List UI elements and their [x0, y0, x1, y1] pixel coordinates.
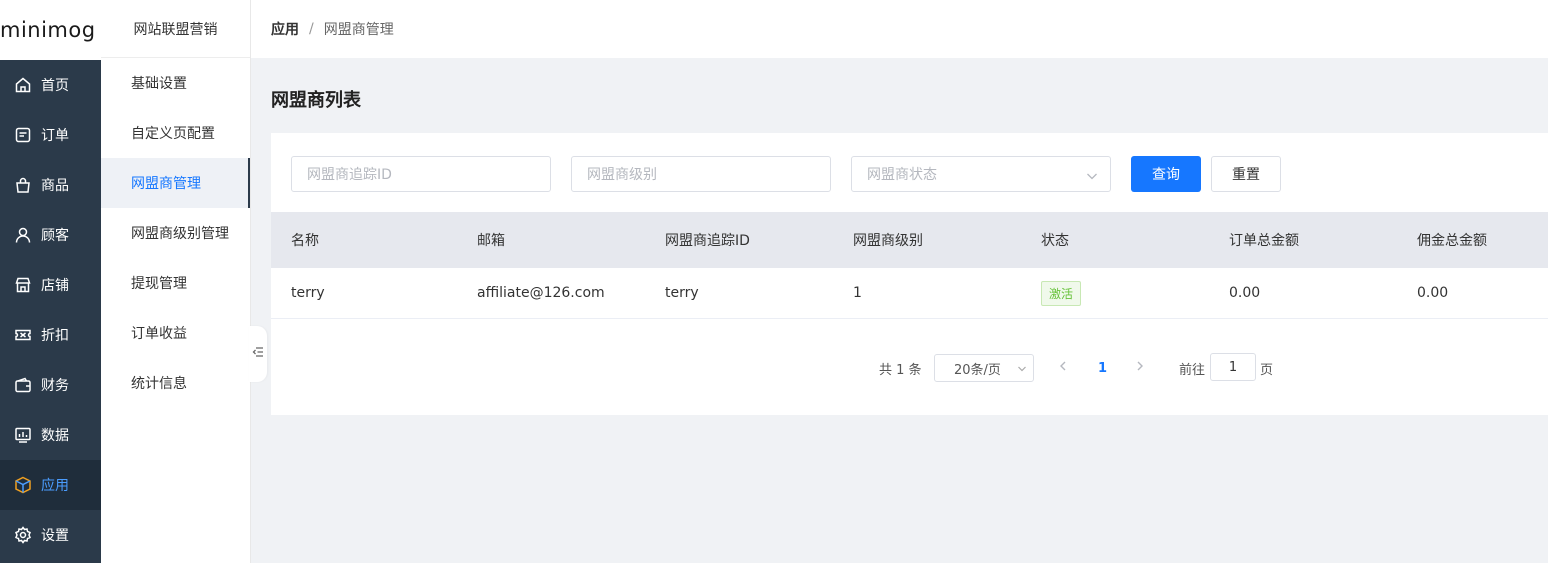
chevron-left-icon	[1058, 360, 1068, 376]
nav-item-orders[interactable]: 订单	[0, 110, 101, 160]
gear-icon	[14, 526, 32, 544]
user-icon	[14, 226, 32, 244]
nav-item-apps[interactable]: 应用	[0, 460, 101, 510]
cube-icon	[14, 476, 32, 494]
column-header-level: 网盟商级别	[853, 233, 923, 249]
ticket-icon	[14, 326, 32, 344]
cell-status: 激活	[1041, 268, 1082, 318]
cell-commission-total: 0.00	[1417, 285, 1449, 301]
prev-page-button[interactable]	[1058, 354, 1068, 382]
nav-item-products[interactable]: 商品	[0, 160, 101, 210]
page-suffix: 页	[1260, 362, 1274, 378]
cell-order-total: 0.00	[1229, 285, 1261, 301]
level-input[interactable]: 网盟商级别	[571, 156, 831, 192]
breadcrumb: 应用 / 网盟商管理	[251, 0, 1548, 58]
page-size-value: 20条/页	[954, 362, 1001, 378]
column-header-order-total: 订单总金额	[1229, 233, 1299, 249]
submenu-item-custom-page[interactable]: 自定义页配置	[101, 108, 250, 158]
bag-icon	[14, 176, 32, 194]
status-placeholder: 网盟商状态	[867, 167, 937, 183]
home-icon	[14, 76, 32, 94]
next-page-button[interactable]	[1135, 354, 1145, 382]
column-header-commission-total: 佣金总金额	[1417, 233, 1487, 249]
table-row[interactable]: terry affiliate@126.com terry 1 激活 0.00 …	[271, 268, 1548, 319]
submenu-item-statistics[interactable]: 统计信息	[101, 358, 250, 408]
store-icon	[14, 276, 32, 294]
column-header-tracking-id: 网盟商追踪ID	[665, 233, 750, 249]
nav-label: 设置	[41, 528, 69, 544]
page-title: 网盟商列表	[271, 90, 361, 111]
page-number-current[interactable]: 1	[1098, 354, 1107, 382]
tracking-id-placeholder: 网盟商追踪ID	[307, 167, 392, 183]
breadcrumb-separator: /	[309, 21, 314, 37]
affiliate-list-card: 网盟商追踪ID 网盟商级别 网盟商状态 查询 重置 名称 邮箱 网盟商追踪ID …	[271, 133, 1548, 415]
logo[interactable]: minimog	[0, 0, 101, 60]
nav-item-data[interactable]: 数据	[0, 410, 101, 460]
chevron-right-icon	[1135, 360, 1145, 376]
nav-label: 应用	[41, 478, 69, 494]
column-header-email: 邮箱	[477, 233, 505, 249]
nav-item-customers[interactable]: 顾客	[0, 210, 101, 260]
submenu-title: 网站联盟营销	[101, 0, 250, 58]
page-size-select[interactable]: 20条/页	[934, 354, 1034, 382]
chevron-down-icon	[1086, 169, 1098, 185]
breadcrumb-parent[interactable]: 应用	[271, 19, 299, 39]
status-select[interactable]: 网盟商状态	[851, 156, 1111, 192]
chevron-down-icon	[1017, 363, 1027, 378]
nav-label: 财务	[41, 378, 69, 394]
nav-label: 订单	[41, 128, 69, 144]
submenu-item-affiliate-management[interactable]: 网盟商管理	[101, 158, 250, 208]
cell-level: 1	[853, 285, 862, 301]
search-button[interactable]: 查询	[1131, 156, 1201, 192]
sub-menu: 网站联盟营销 基础设置 自定义页配置 网盟商管理 网盟商级别管理 提现管理 订单…	[101, 0, 251, 563]
goto-label: 前往	[1179, 362, 1206, 378]
column-header-name: 名称	[291, 233, 319, 249]
nav-label: 数据	[41, 428, 69, 444]
table-header: 名称 邮箱 网盟商追踪ID 网盟商级别 状态 订单总金额 佣金总金额	[271, 212, 1548, 268]
order-icon	[14, 126, 32, 144]
cell-tracking-id: terry	[665, 285, 699, 301]
nav-label: 店铺	[41, 278, 69, 294]
submenu-item-order-earnings[interactable]: 订单收益	[101, 308, 250, 358]
main-nav: minimog 首页 订单 商品 顾客 店铺 折扣 财务 数据 应用 设置	[0, 0, 101, 563]
chart-icon	[14, 426, 32, 444]
goto-page-input[interactable]: 1	[1210, 353, 1256, 381]
level-placeholder: 网盟商级别	[587, 167, 657, 183]
submenu-item-withdrawals[interactable]: 提现管理	[101, 258, 250, 308]
cell-name: terry	[291, 285, 325, 301]
cell-email: affiliate@126.com	[477, 285, 605, 301]
nav-label: 折扣	[41, 328, 69, 344]
breadcrumb-current: 网盟商管理	[323, 22, 394, 38]
nav-label: 首页	[41, 78, 69, 94]
pagination-total: 共 1 条	[879, 362, 922, 378]
nav-item-finance[interactable]: 财务	[0, 360, 101, 410]
nav-label: 商品	[41, 178, 69, 194]
reset-button[interactable]: 重置	[1211, 156, 1281, 192]
status-badge: 激活	[1041, 280, 1082, 306]
collapse-menu-button[interactable]	[249, 326, 267, 382]
tracking-id-input[interactable]: 网盟商追踪ID	[291, 156, 551, 192]
collapse-icon	[252, 346, 264, 362]
nav-item-store[interactable]: 店铺	[0, 260, 101, 310]
wallet-icon	[14, 376, 32, 394]
submenu-item-basic-settings[interactable]: 基础设置	[101, 58, 250, 108]
submenu-item-affiliate-levels[interactable]: 网盟商级别管理	[101, 208, 250, 258]
nav-item-discount[interactable]: 折扣	[0, 310, 101, 360]
logo-text: minimog	[0, 18, 96, 42]
column-header-status: 状态	[1041, 233, 1069, 249]
nav-item-settings[interactable]: 设置	[0, 510, 101, 560]
nav-item-home[interactable]: 首页	[0, 60, 101, 110]
nav-label: 顾客	[41, 228, 69, 244]
